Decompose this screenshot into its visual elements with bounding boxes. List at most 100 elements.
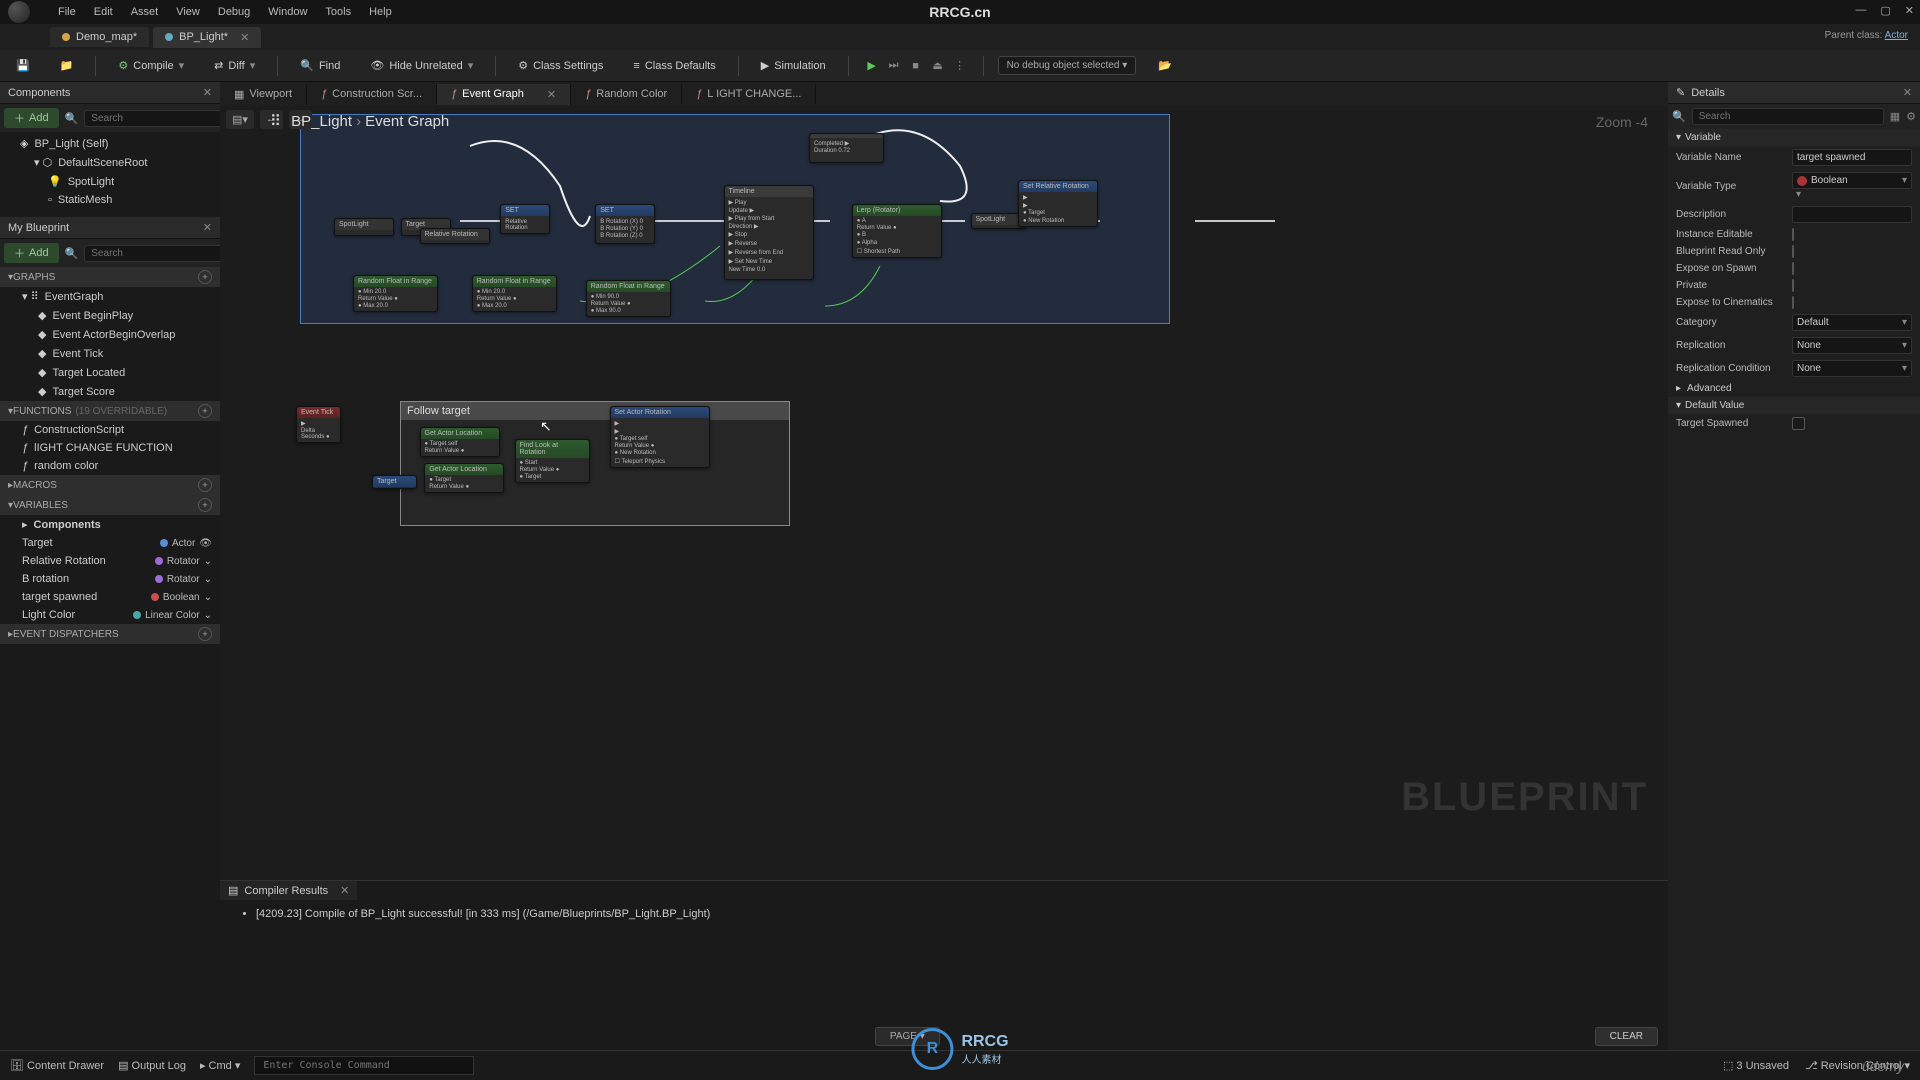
panel-close-icon[interactable]: ✕ xyxy=(203,221,212,234)
var-targetspawned[interactable]: target spawnedBoolean ⌄ xyxy=(0,588,220,606)
function-construction[interactable]: ƒ ConstructionScript xyxy=(0,421,220,439)
details-search-input[interactable] xyxy=(1692,108,1884,125)
class-settings-button[interactable]: ⚙Class Settings xyxy=(510,56,611,75)
bp-node[interactable]: Target xyxy=(372,475,417,489)
browse-button[interactable]: 📁 xyxy=(52,56,82,75)
detail-select[interactable]: Default▾ xyxy=(1792,314,1912,331)
add-variable-icon[interactable]: + xyxy=(198,498,212,512)
bp-node[interactable]: SETB Rotation (X) 0B Rotation (Y) 0B Rot… xyxy=(595,204,655,244)
bp-node[interactable]: Random Float in Range● Min 90.0Return Va… xyxy=(586,280,671,317)
details-group-variable[interactable]: ▾ Variable xyxy=(1668,129,1920,146)
add-graph-icon[interactable]: + xyxy=(198,270,212,284)
bp-node[interactable]: SpotLight xyxy=(334,218,394,236)
detail-type-select[interactable]: Boolean▾ xyxy=(1792,172,1912,189)
bp-node[interactable]: Find Look at Rotation● StartReturn Value… xyxy=(515,439,590,483)
event-tick[interactable]: ◆ Event Tick xyxy=(0,344,220,363)
menu-help[interactable]: Help xyxy=(369,6,392,18)
tab-lightchange[interactable]: ƒL IGHT CHANGE... xyxy=(682,84,816,104)
checkbox[interactable] xyxy=(1792,417,1805,430)
play-options-icon[interactable]: ⋮ xyxy=(951,57,969,75)
section-graphs[interactable]: ▾ GRAPHS+ xyxy=(0,267,220,287)
section-macros[interactable]: ▸ MACROS+ xyxy=(0,475,220,495)
output-log-button[interactable]: ▤ Output Log xyxy=(118,1059,186,1072)
tab-close-icon[interactable]: ✕ xyxy=(547,88,556,101)
add-blueprint-button[interactable]: ＋Add xyxy=(4,243,59,263)
gear-icon[interactable]: ⚙ xyxy=(1906,110,1916,123)
tab-eventgraph[interactable]: ƒEvent Graph✕ xyxy=(437,84,571,105)
graph-eventgraph[interactable]: ▾ ⠿ EventGraph xyxy=(0,287,220,306)
cmd-dropdown[interactable]: ▸ Cmd ▾ xyxy=(200,1059,240,1072)
bp-node[interactable]: Set Relative Rotation▶▶● Target● New Rot… xyxy=(1018,180,1098,227)
component-spotlight[interactable]: 💡 SpotLight xyxy=(0,172,220,191)
tab-close-icon[interactable]: ✕ xyxy=(340,884,349,897)
file-tab-demo-map[interactable]: Demo_map* xyxy=(50,27,149,47)
bp-node[interactable]: Lerp (Rotator)● AReturn Value ●● B● Alph… xyxy=(852,204,942,258)
var-brot[interactable]: B rotationRotator ⌄ xyxy=(0,570,220,588)
component-self[interactable]: ◈ BP_Light (Self) xyxy=(0,134,220,153)
var-relrot[interactable]: Relative RotationRotator ⌄ xyxy=(0,552,220,570)
compiler-results-tab[interactable]: ▤ Compiler Results ✕ xyxy=(220,881,357,900)
add-macro-icon[interactable]: + xyxy=(198,478,212,492)
play-button[interactable]: ▶ xyxy=(863,57,881,75)
compiler-clear-button[interactable]: CLEAR xyxy=(1595,1027,1658,1046)
bp-node[interactable]: SETRelative Rotation xyxy=(500,204,550,234)
console-input[interactable] xyxy=(254,1056,474,1075)
detail-input[interactable] xyxy=(1792,149,1912,166)
tab-close-icon[interactable]: ✕ xyxy=(240,31,249,44)
menu-window[interactable]: Window xyxy=(268,6,307,18)
breadcrumb[interactable]: ⠿ BP_Light›Event Graph xyxy=(270,112,449,130)
checkbox[interactable] xyxy=(1792,279,1794,292)
var-header-components[interactable]: ▸ Components xyxy=(0,515,220,534)
var-lightcolor[interactable]: Light ColorLinear Color ⌄ xyxy=(0,606,220,624)
close-icon[interactable]: ✕ xyxy=(1905,4,1914,17)
event-beginplay[interactable]: ◆ Event BeginPlay xyxy=(0,306,220,325)
event-graph-canvas[interactable]: ▤▾ ← → ⠿ BP_Light›Event Graph Zoom -4 xyxy=(220,106,1668,880)
details-advanced[interactable]: ▸ Advanced xyxy=(1668,380,1920,397)
bp-node[interactable]: Random Float in Range● Min 20.0Return Va… xyxy=(472,275,557,312)
detail-input[interactable] xyxy=(1792,206,1912,223)
bp-node[interactable]: Set Actor Rotation▶▶● Target selfReturn … xyxy=(610,406,710,468)
class-defaults-button[interactable]: ≡Class Defaults xyxy=(625,57,723,75)
panel-close-icon[interactable]: ✕ xyxy=(1903,86,1912,99)
checkbox[interactable] xyxy=(1792,262,1794,275)
debug-object-select[interactable]: No debug object selected ▾ xyxy=(998,56,1137,75)
tab-viewport[interactable]: ▦ Viewport xyxy=(220,84,307,105)
find-button[interactable]: 🔍Find xyxy=(292,56,348,75)
hide-unrelated-button[interactable]: 👁Hide Unrelated▾ xyxy=(362,56,481,75)
panel-close-icon[interactable]: ✕ xyxy=(203,86,212,99)
checkbox[interactable] xyxy=(1792,245,1794,258)
event-targetlocated[interactable]: ◆ Target Located xyxy=(0,363,220,382)
bp-node[interactable]: Get Actor Location● Target selfReturn Va… xyxy=(420,427,500,457)
add-component-button[interactable]: ＋Add xyxy=(4,108,59,128)
menu-asset[interactable]: Asset xyxy=(131,6,159,18)
menu-view[interactable]: View xyxy=(176,6,200,18)
menu-edit[interactable]: Edit xyxy=(94,6,113,18)
bp-node[interactable]: Random Float in Range● Min 20.0Return Va… xyxy=(353,275,438,312)
minimize-icon[interactable]: — xyxy=(1855,4,1866,17)
function-lightchange[interactable]: ƒ lIGHT CHANGE FUNCTION xyxy=(0,439,220,457)
checkbox[interactable] xyxy=(1792,228,1794,241)
maximize-icon[interactable]: ▢ xyxy=(1880,4,1890,17)
content-drawer-button[interactable]: 🗄 Content Drawer xyxy=(10,1059,104,1072)
component-staticmesh[interactable]: ▫ StaticMesh xyxy=(0,191,220,209)
bp-node[interactable]: Completed ▶Duration 0.72 xyxy=(809,133,884,163)
unsaved-indicator[interactable]: ⬚ 3 Unsaved xyxy=(1723,1059,1789,1072)
parent-class-link[interactable]: Actor xyxy=(1885,30,1908,41)
tab-construction[interactable]: ƒConstruction Scr... xyxy=(307,84,437,104)
function-randomcolor[interactable]: ƒ random color xyxy=(0,457,220,475)
menu-debug[interactable]: Debug xyxy=(218,6,250,18)
myblueprint-search-input[interactable] xyxy=(84,245,230,262)
detail-select[interactable]: None▾ xyxy=(1792,360,1912,377)
event-beginoverlap[interactable]: ◆ Event ActorBeginOverlap xyxy=(0,325,220,344)
graph-menu-icon[interactable]: ▤▾ xyxy=(226,110,254,129)
bp-node[interactable]: Event Tick▶Delta Seconds ● xyxy=(296,406,341,443)
compile-button[interactable]: ⚙Compile▾ xyxy=(110,56,192,75)
locate-debug-button[interactable]: 📂 xyxy=(1150,56,1180,75)
stop-button[interactable]: ■ xyxy=(907,57,925,75)
add-dispatcher-icon[interactable]: + xyxy=(198,627,212,641)
bp-node[interactable]: Relative Rotation xyxy=(420,228,490,244)
add-function-icon[interactable]: + xyxy=(198,404,212,418)
filter-icon[interactable]: ▦ xyxy=(1890,110,1900,123)
section-functions[interactable]: ▾ FUNCTIONS (19 OVERRIDABLE)+ xyxy=(0,401,220,421)
section-variables[interactable]: ▾ VARIABLES+ xyxy=(0,495,220,515)
